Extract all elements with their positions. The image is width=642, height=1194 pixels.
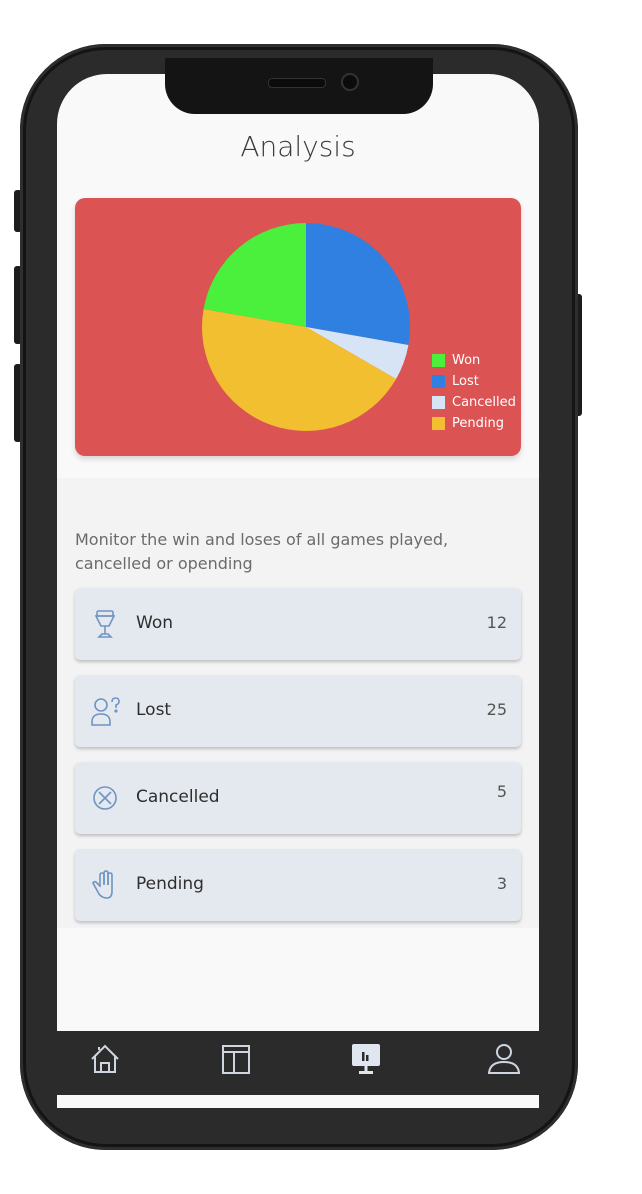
- cancel-circle-icon: [89, 782, 121, 814]
- stat-value-won: 12: [486, 613, 507, 632]
- legend-swatch-cancelled: [432, 396, 445, 409]
- pie-slice-won: [203, 223, 306, 327]
- app-screen: Analysis Won Lost Cancelled Pending Moni…: [57, 74, 539, 1108]
- stat-label-cancelled: Cancelled: [136, 787, 220, 807]
- phone-notch: [165, 58, 433, 114]
- stat-card-lost[interactable]: Lost 25: [75, 675, 521, 747]
- legend-item-lost: Lost: [432, 371, 516, 392]
- stat-label-won: Won: [136, 613, 173, 633]
- pie-chart-card: Won Lost Cancelled Pending: [75, 198, 521, 456]
- hand-icon: [89, 869, 121, 901]
- stat-card-pending[interactable]: Pending 3: [75, 849, 521, 921]
- legend-label-won: Won: [452, 353, 481, 368]
- trophy-icon: [89, 608, 121, 640]
- stat-value-pending: 3: [496, 874, 507, 893]
- pie-slice-lost: [306, 223, 410, 346]
- analytics-monitor-icon[interactable]: [346, 1039, 386, 1079]
- legend-swatch-pending: [432, 417, 445, 430]
- home-icon[interactable]: [85, 1039, 125, 1079]
- stat-label-lost: Lost: [136, 700, 172, 720]
- legend-swatch-won: [432, 354, 445, 367]
- legend-label-cancelled: Cancelled: [452, 395, 516, 410]
- stats-section: Monitor the win and loses of all games p…: [57, 478, 539, 928]
- legend-item-pending: Pending: [432, 413, 516, 434]
- stat-card-won[interactable]: Won 12: [75, 588, 521, 660]
- legend-item-cancelled: Cancelled: [432, 392, 516, 413]
- stat-card-cancelled[interactable]: Cancelled 5: [75, 762, 521, 834]
- legend-label-pending: Pending: [452, 416, 504, 431]
- legend-item-won: Won: [432, 350, 516, 371]
- page-title: Analysis: [240, 130, 356, 163]
- stat-value-lost: 25: [486, 700, 507, 719]
- profile-icon[interactable]: [484, 1039, 524, 1079]
- front-camera: [341, 73, 359, 91]
- legend-label-lost: Lost: [452, 374, 479, 389]
- calendar-panel-icon[interactable]: [215, 1039, 255, 1079]
- stat-value-cancelled: 5: [496, 782, 507, 801]
- stats-description: Monitor the win and loses of all games p…: [75, 530, 449, 573]
- stat-label-pending: Pending: [136, 874, 204, 894]
- user-question-icon: [89, 695, 121, 727]
- bottom-tab-bar: [57, 1031, 539, 1095]
- chart-legend: Won Lost Cancelled Pending: [432, 350, 516, 434]
- legend-swatch-lost: [432, 375, 445, 388]
- speaker-grille: [268, 78, 326, 88]
